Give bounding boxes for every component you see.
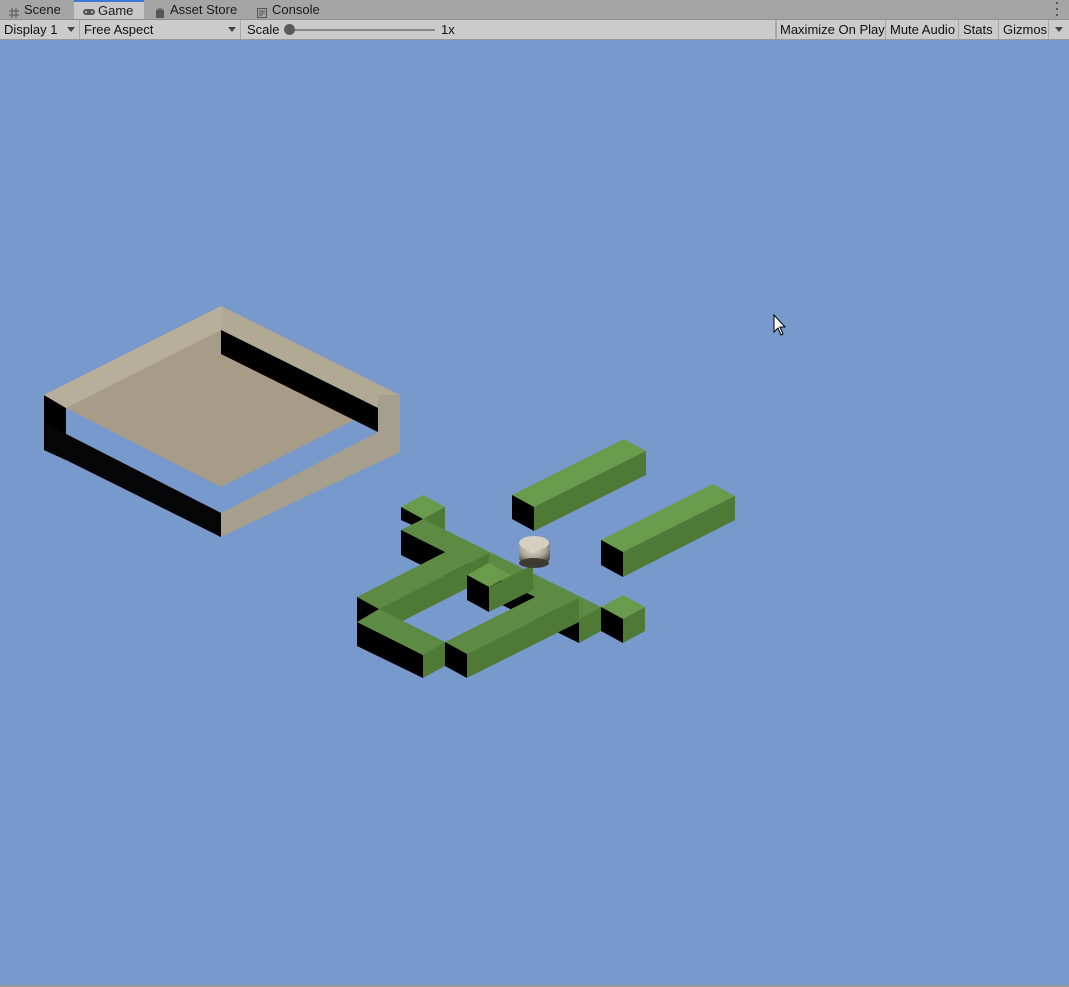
stats-label: Stats <box>963 22 993 37</box>
gizmos-label: Gizmos <box>1003 22 1048 37</box>
display-dropdown[interactable]: Display 1 <box>0 20 80 39</box>
game-viewport[interactable] <box>0 40 1069 985</box>
gizmos-button[interactable]: Gizmos <box>999 20 1049 39</box>
game-scene <box>44 306 787 678</box>
tab-scene-label: Scene <box>24 2 61 17</box>
chevron-down-icon <box>1055 27 1063 32</box>
tab-console[interactable]: Console <box>248 0 328 19</box>
stats-button[interactable]: Stats <box>959 20 999 39</box>
mute-audio-label: Mute Audio <box>890 22 956 37</box>
tab-game[interactable]: Game <box>74 0 144 19</box>
aspect-dropdown-label: Free Aspect <box>84 22 154 37</box>
tab-game-label: Game <box>98 3 134 18</box>
more-options-icon[interactable] <box>1055 2 1059 16</box>
tab-console-label: Console <box>272 2 320 17</box>
mouse-cursor-icon <box>773 313 787 336</box>
scale-value-text: 1x <box>441 22 455 37</box>
chevron-down-icon <box>228 27 236 32</box>
game-view-toolbar: Display 1 Free Aspect Scale 1x Maximize … <box>0 20 1069 40</box>
mute-audio-button[interactable]: Mute Audio <box>886 20 959 39</box>
console-icon <box>256 4 268 18</box>
scale-value: 1x <box>440 20 480 39</box>
scale-slider-track[interactable] <box>290 29 435 31</box>
scale-label: Scale <box>247 22 280 37</box>
scale-slider-handle[interactable] <box>284 24 295 35</box>
grid-icon <box>8 4 20 18</box>
tab-asset-store-label: Asset Store <box>170 2 238 17</box>
beige-platform <box>44 306 400 537</box>
tab-asset-store[interactable]: Asset Store <box>146 0 245 19</box>
chevron-down-icon <box>67 27 75 32</box>
maximize-on-play-label: Maximize On Play <box>780 22 885 37</box>
gamepad-icon <box>82 5 95 17</box>
player-ball <box>519 536 550 568</box>
bag-icon <box>154 4 166 18</box>
tab-scene[interactable]: Scene <box>0 0 69 19</box>
aspect-dropdown[interactable]: Free Aspect <box>80 20 241 39</box>
gizmos-dropdown[interactable] <box>1049 20 1069 39</box>
editor-tab-bar: Scene Game Asset Store Console <box>0 0 1069 20</box>
maximize-on-play-button[interactable]: Maximize On Play <box>776 20 886 39</box>
display-dropdown-label: Display 1 <box>4 22 58 37</box>
